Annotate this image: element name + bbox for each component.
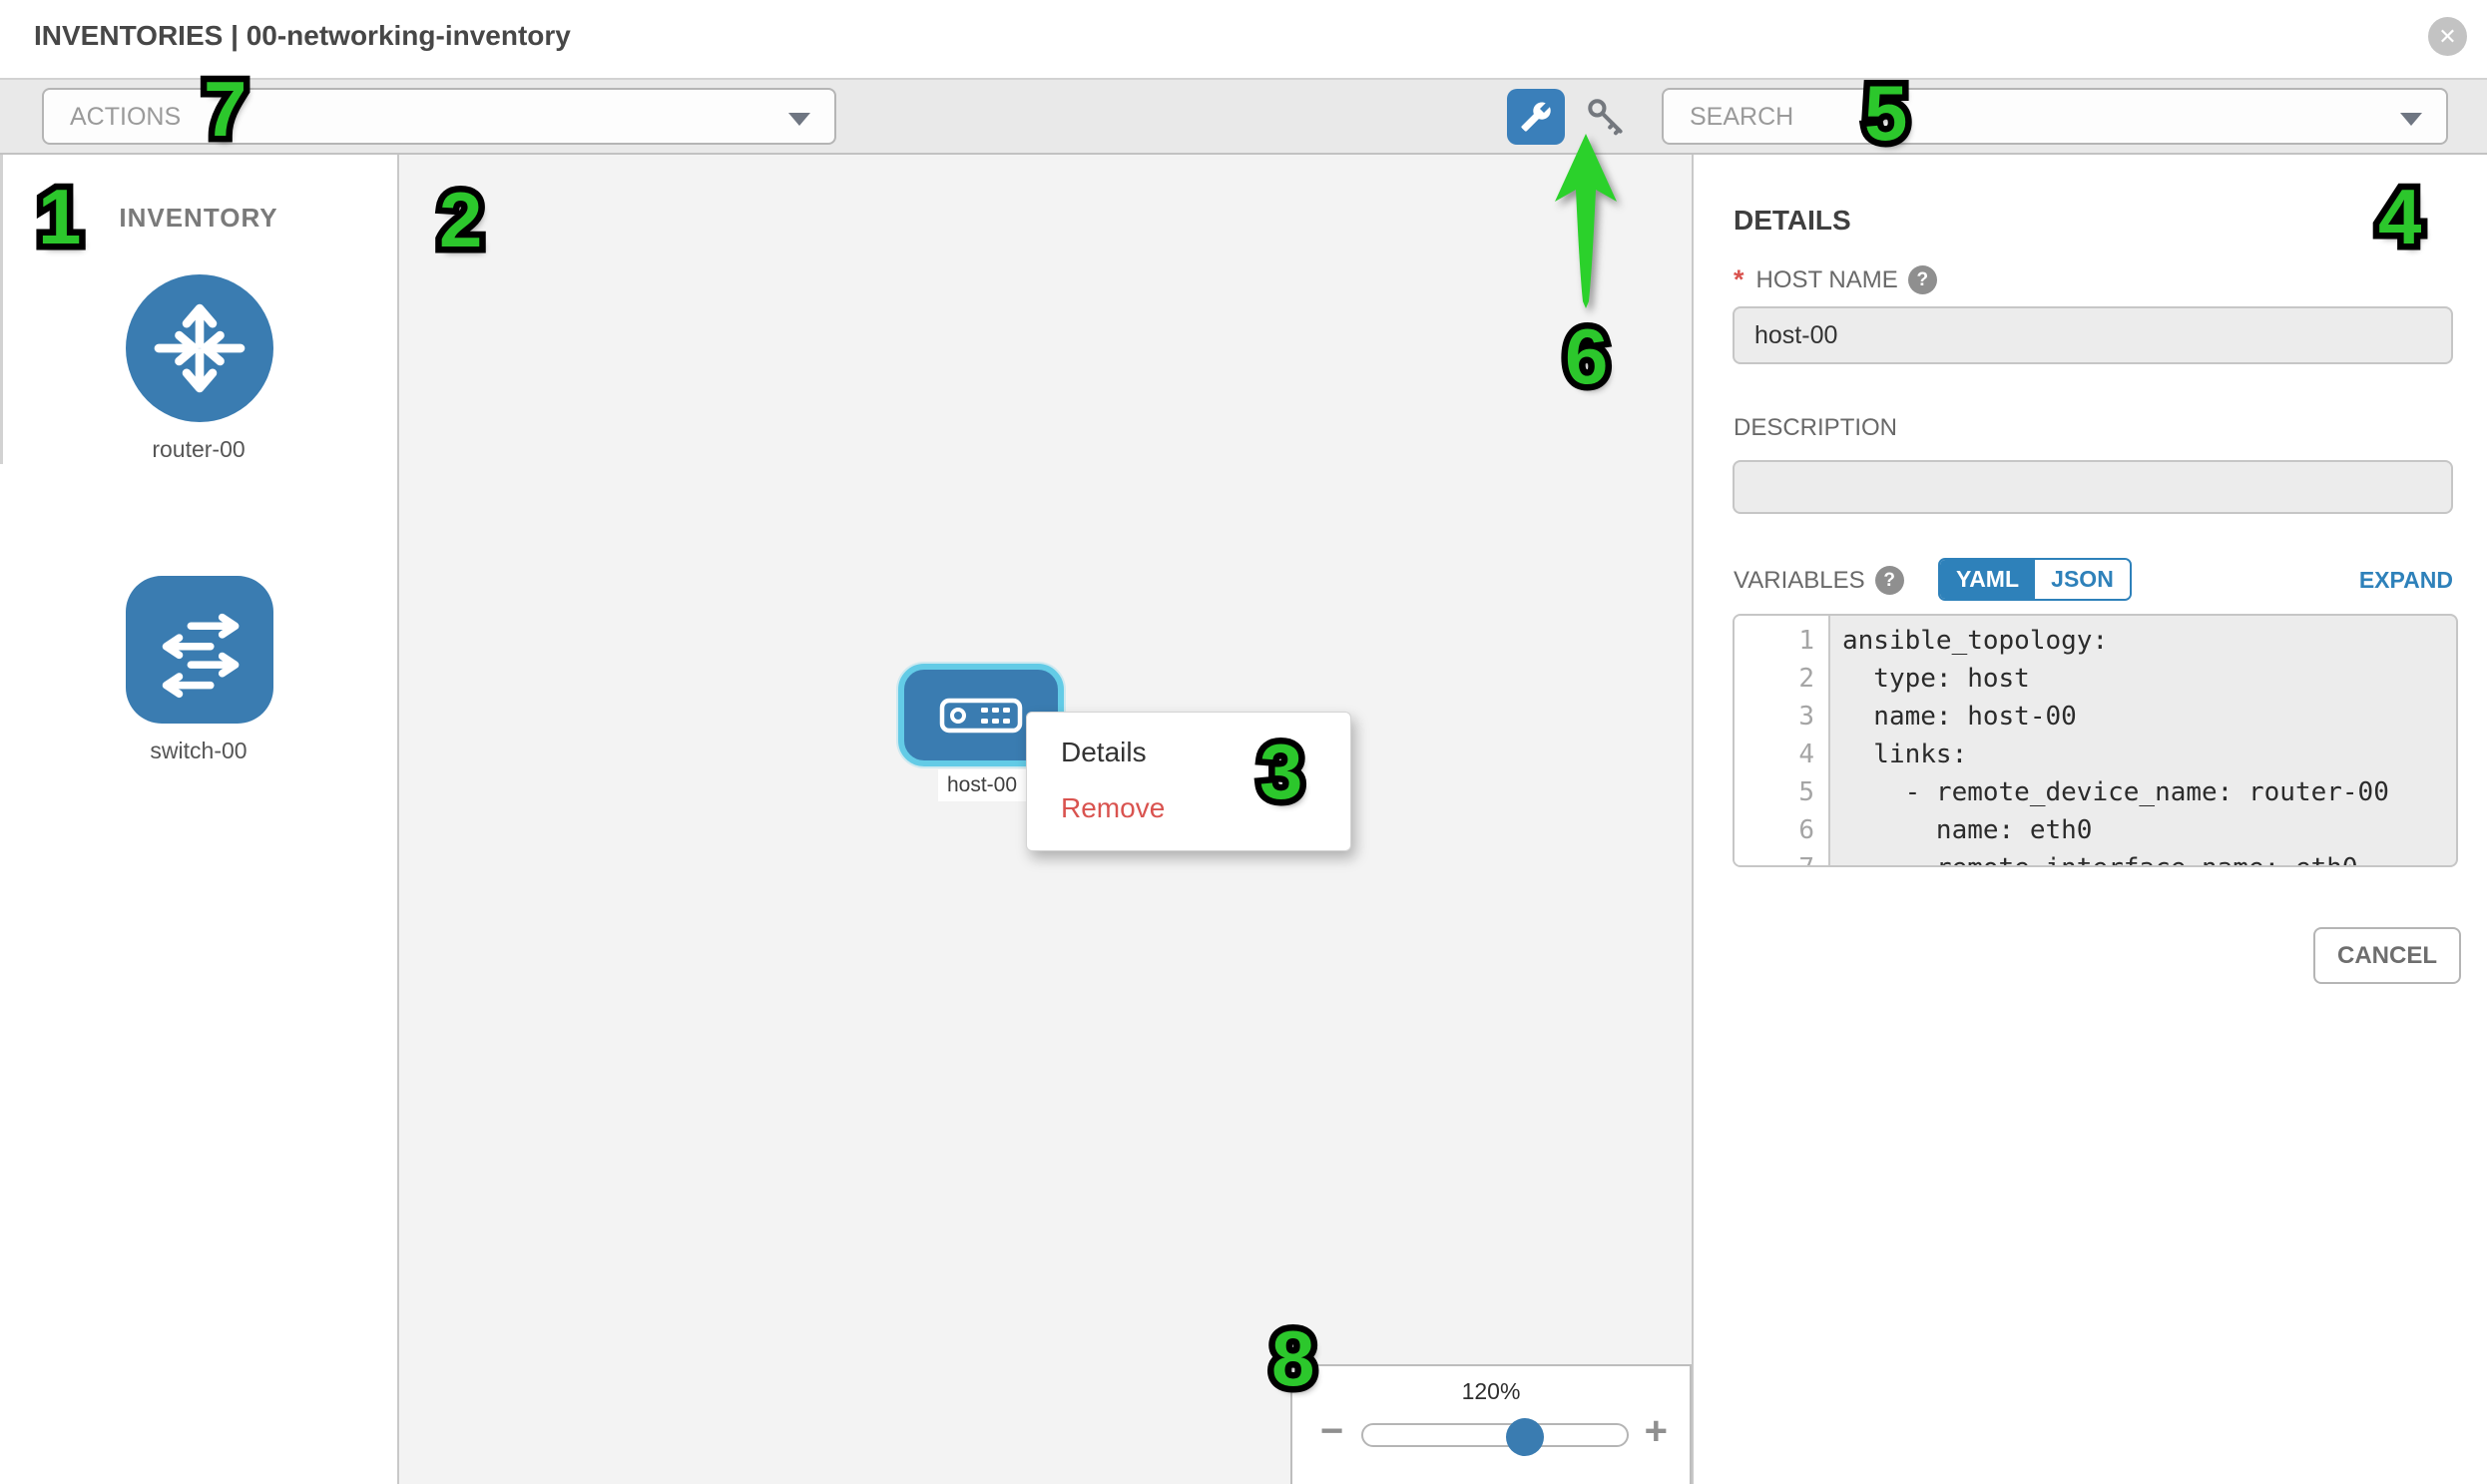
code-line: 1ansible_topology: (1735, 622, 2456, 660)
inventory-heading: INVENTORY (0, 203, 397, 234)
expand-link[interactable]: EXPAND (2359, 567, 2453, 594)
details-heading: DETAILS (1734, 205, 1851, 237)
context-menu-item-remove[interactable]: Remove (1027, 780, 1350, 836)
switch-icon (146, 596, 253, 704)
chevron-down-icon (788, 113, 810, 126)
host-name-label: HOST NAME (1756, 266, 1898, 294)
details-panel: DETAILS * HOST NAME ? DESCRIPTION VARIAB… (1694, 155, 2487, 1484)
host-name-input[interactable] (1733, 306, 2453, 364)
close-icon[interactable]: ✕ (2428, 17, 2467, 56)
variables-code-editor: 1ansible_topology:2 type: host3 name: ho… (1733, 614, 2458, 867)
help-icon[interactable]: ? (1875, 566, 1904, 595)
description-input[interactable] (1733, 460, 2453, 514)
sidebar-item-label: switch-00 (0, 738, 397, 764)
code-line: 7 remote_interface_name: eth0 (1735, 849, 2456, 867)
code-line: 3 name: host-00 (1735, 698, 2456, 736)
description-label-row: DESCRIPTION (1734, 414, 1897, 442)
inventory-topology-page: INVENTORIES | 00-networking-inventory ✕ … (0, 0, 2487, 1484)
sidebar-item-label: router-00 (0, 436, 397, 463)
chevron-down-icon (2400, 113, 2422, 126)
page-title: INVENTORIES | 00-networking-inventory (34, 20, 571, 52)
router-icon (146, 294, 253, 402)
code-line: 6 name: eth0 (1735, 811, 2456, 849)
wrench-icon (1520, 101, 1552, 133)
zoom-slider-thumb[interactable] (1506, 1418, 1544, 1456)
required-asterisk: * (1734, 264, 1744, 295)
tools-button[interactable] (1507, 89, 1565, 145)
search-dropdown[interactable]: SEARCH (1662, 88, 2448, 145)
zoom-level: 120% (1292, 1378, 1690, 1405)
help-icon[interactable]: ? (1908, 265, 1937, 294)
zoom-slider-row: − + (1292, 1415, 1690, 1459)
variables-format-toggle: YAML JSON (1938, 558, 2132, 601)
actions-dropdown[interactable]: ACTIONS (42, 88, 836, 145)
topology-canvas[interactable]: host-00 Details Remove 120% − + (399, 155, 1694, 1484)
variables-label: VARIABLES (1734, 567, 1865, 595)
cancel-button[interactable]: CANCEL (2313, 927, 2461, 984)
zoom-out-button[interactable]: − (1320, 1409, 1343, 1454)
host-icon (939, 698, 1023, 734)
description-label: DESCRIPTION (1734, 414, 1897, 442)
tab-yaml[interactable]: YAML (1940, 560, 2035, 599)
main-content: INVENTORY router-00 switch-00 (0, 155, 2487, 1484)
sidebar-item-router[interactable] (126, 274, 273, 422)
host-node-label: host-00 (938, 769, 1026, 801)
page-header: INVENTORIES | 00-networking-inventory ✕ (0, 0, 2487, 78)
actions-dropdown-label: ACTIONS (70, 90, 181, 144)
search-dropdown-label: SEARCH (1690, 90, 1793, 144)
toolbar: ACTIONS SEARCH (0, 78, 2487, 155)
variables-label-row: VARIABLES ? (1734, 566, 1904, 595)
sidebar-scrollbar[interactable] (0, 155, 3, 464)
context-menu: Details Remove (1026, 712, 1351, 851)
code-line: 4 links: (1735, 736, 2456, 773)
code-line: 5 - remote_device_name: router-00 (1735, 773, 2456, 811)
zoom-slider-track[interactable] (1361, 1423, 1629, 1447)
sidebar-item-switch[interactable] (126, 576, 273, 724)
editor-code-lines: 1ansible_topology:2 type: host3 name: ho… (1735, 622, 2456, 867)
tab-json[interactable]: JSON (2035, 560, 2130, 599)
zoom-control: 120% − + (1290, 1364, 1692, 1484)
host-name-label-row: * HOST NAME ? (1734, 264, 1937, 295)
credentials-button[interactable] (1579, 91, 1633, 143)
key-icon (1583, 94, 1629, 140)
context-menu-item-details[interactable]: Details (1027, 725, 1350, 780)
inventory-sidebar: INVENTORY router-00 switch-00 (0, 155, 399, 1484)
code-line: 2 type: host (1735, 660, 2456, 698)
zoom-in-button[interactable]: + (1645, 1409, 1668, 1454)
